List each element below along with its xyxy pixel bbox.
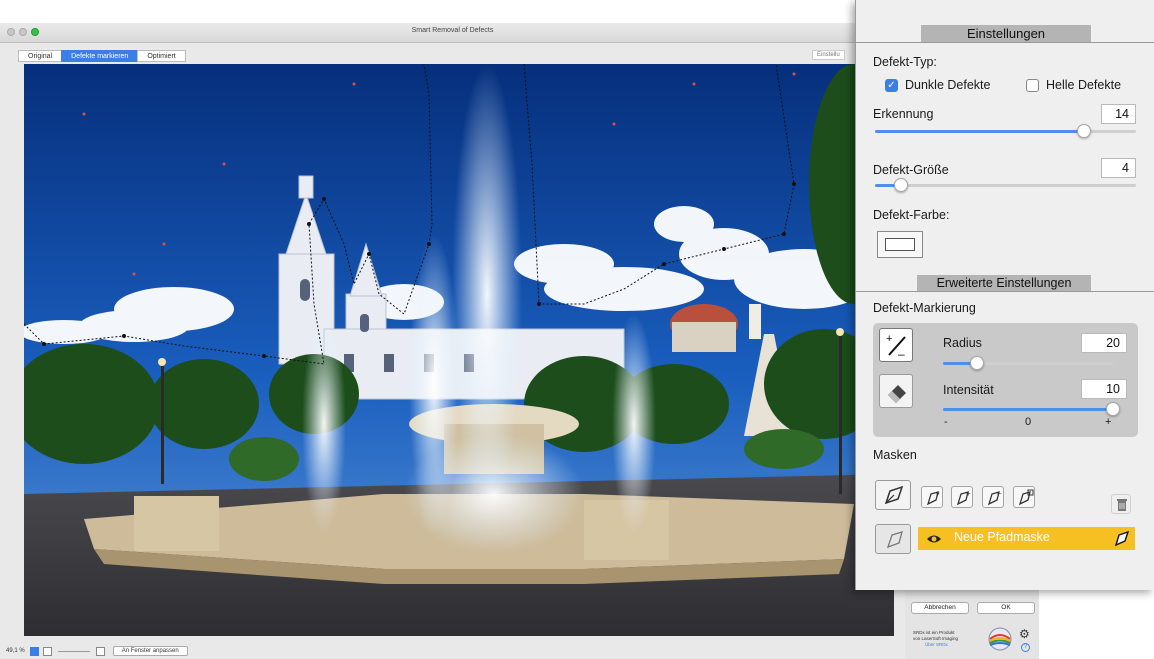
cancel-button[interactable]: Abbrechen	[911, 602, 969, 614]
intensity-mid-label: 0	[1025, 416, 1032, 428]
defect-color-preview	[885, 238, 915, 251]
branding-text: SRDx ist ein Produkt von LaserSoft Imagi…	[913, 630, 958, 648]
eraser-icon	[888, 385, 906, 403]
defect-size-slider[interactable]	[875, 184, 1136, 187]
intensity-label: Intensität	[943, 383, 994, 397]
light-defects-checkbox[interactable]	[1026, 79, 1039, 92]
defect-color-swatch[interactable]	[877, 231, 923, 258]
pen-tool-button[interactable]	[875, 480, 911, 510]
intensity-slider[interactable]	[943, 408, 1113, 411]
masks-label: Masken	[873, 448, 917, 462]
divider	[855, 42, 1154, 43]
detection-slider-knob[interactable]	[1076, 124, 1091, 138]
tab-original[interactable]: Original	[18, 50, 63, 62]
settings-tab-partial[interactable]: Einstellu	[812, 50, 845, 60]
mask-minus-icon: –	[987, 489, 1002, 506]
divider	[855, 291, 1154, 292]
zoom-level: 49,1 %	[6, 648, 25, 654]
gear-icon[interactable]: ⚙	[1019, 628, 1030, 640]
brush-tool-button[interactable]: + –	[879, 328, 913, 362]
trash-icon	[1117, 499, 1127, 511]
tab-optimized[interactable]: Optimiert	[137, 50, 186, 62]
intensity-min-label: -	[944, 416, 948, 428]
intensity-max-label: +	[1105, 416, 1112, 428]
about-link[interactable]: Über SRDx	[913, 642, 958, 648]
view-tabs: Original Defekte markieren Optimiert	[18, 50, 186, 62]
radius-slider[interactable]	[943, 362, 1113, 365]
title-bar: Smart Removal of Defects	[0, 23, 905, 43]
zoom-slider[interactable]	[57, 650, 90, 652]
mask-intersect-button[interactable]	[1013, 486, 1035, 508]
svg-text:–: –	[997, 489, 1002, 498]
bottom-actions: Abbrechen OK SRDx ist ein Produkt von La…	[905, 590, 1039, 659]
fountain-photo	[24, 64, 894, 636]
mask-intersect-icon	[1018, 489, 1034, 506]
ok-button[interactable]: OK	[977, 602, 1035, 614]
radius-label: Radius	[943, 336, 982, 350]
detection-slider[interactable]	[875, 130, 1136, 133]
delete-mask-button[interactable]	[1111, 494, 1131, 514]
mask-add-button[interactable]: ▾	[921, 486, 943, 508]
mask-edit-button[interactable]	[875, 524, 911, 554]
detection-slider-fill	[875, 130, 1084, 133]
defect-color-label: Defekt-Farbe:	[873, 208, 950, 222]
settings-header: Einstellungen	[921, 25, 1091, 42]
help-icon[interactable]: ?	[1021, 643, 1030, 652]
svg-text:+: +	[966, 489, 971, 498]
brush-plus-minus-icon: + –	[886, 333, 906, 361]
advanced-settings-header: Erweiterte Einstellungen	[917, 275, 1091, 292]
screen: Smart Removal of Defects Original Defekt…	[0, 0, 1154, 659]
radius-slider-knob[interactable]	[970, 356, 984, 370]
mask-minus-button[interactable]: –	[982, 486, 1004, 508]
fit-to-window-button[interactable]: An Fenster anpassen	[112, 646, 188, 656]
eraser-tool-button[interactable]	[879, 374, 913, 408]
status-bar: 49,1 % An Fenster anpassen	[6, 644, 188, 658]
intensity-value-field[interactable]: 10	[1081, 379, 1127, 399]
pen-tool-icon[interactable]	[1112, 530, 1132, 548]
svg-text:+: +	[886, 333, 892, 345]
defect-size-value-field[interactable]: 4	[1101, 158, 1136, 178]
image-preview[interactable]	[24, 64, 894, 636]
window-title: Smart Removal of Defects	[411, 27, 494, 34]
svg-text:▾: ▾	[936, 491, 940, 498]
svg-text:–: –	[898, 347, 905, 361]
zoom-stepper-icon[interactable]	[29, 646, 39, 656]
pen-tool-icon	[884, 485, 904, 505]
intensity-slider-knob[interactable]	[1106, 402, 1120, 416]
intensity-slider-fill	[943, 408, 1113, 411]
detection-label: Erkennung	[873, 107, 934, 121]
zoom-in-icon[interactable]	[95, 646, 105, 656]
mask-name[interactable]: Neue Pfadmaske	[954, 530, 1050, 544]
app-window: Smart Removal of Defects Original Defekt…	[0, 23, 905, 659]
pen-tool-icon	[886, 531, 903, 549]
tab-mark-defects[interactable]: Defekte markieren	[61, 50, 139, 62]
defect-size-label: Defekt-Größe	[873, 163, 949, 177]
dark-defects-label[interactable]: Dunkle Defekte	[905, 78, 990, 92]
defect-marking-label: Defekt-Markierung	[873, 301, 976, 315]
light-defects-label[interactable]: Helle Defekte	[1046, 78, 1121, 92]
mask-plus-icon: +	[956, 489, 971, 506]
laser-soft-logo-icon	[988, 627, 1012, 651]
defect-type-label: Defekt-Typ:	[873, 55, 937, 69]
eye-icon[interactable]	[926, 533, 942, 545]
radius-value-field[interactable]: 20	[1081, 333, 1127, 353]
mask-list-item[interactable]: Neue Pfadmaske	[918, 527, 1135, 550]
defect-size-slider-knob[interactable]	[894, 178, 909, 192]
detection-value-field[interactable]: 14	[1101, 104, 1136, 124]
zoom-out-icon[interactable]	[42, 646, 52, 656]
mask-add-icon: ▾	[926, 491, 940, 506]
mask-plus-button[interactable]: +	[951, 486, 973, 508]
dark-defects-checkbox[interactable]: ✓	[885, 79, 898, 92]
